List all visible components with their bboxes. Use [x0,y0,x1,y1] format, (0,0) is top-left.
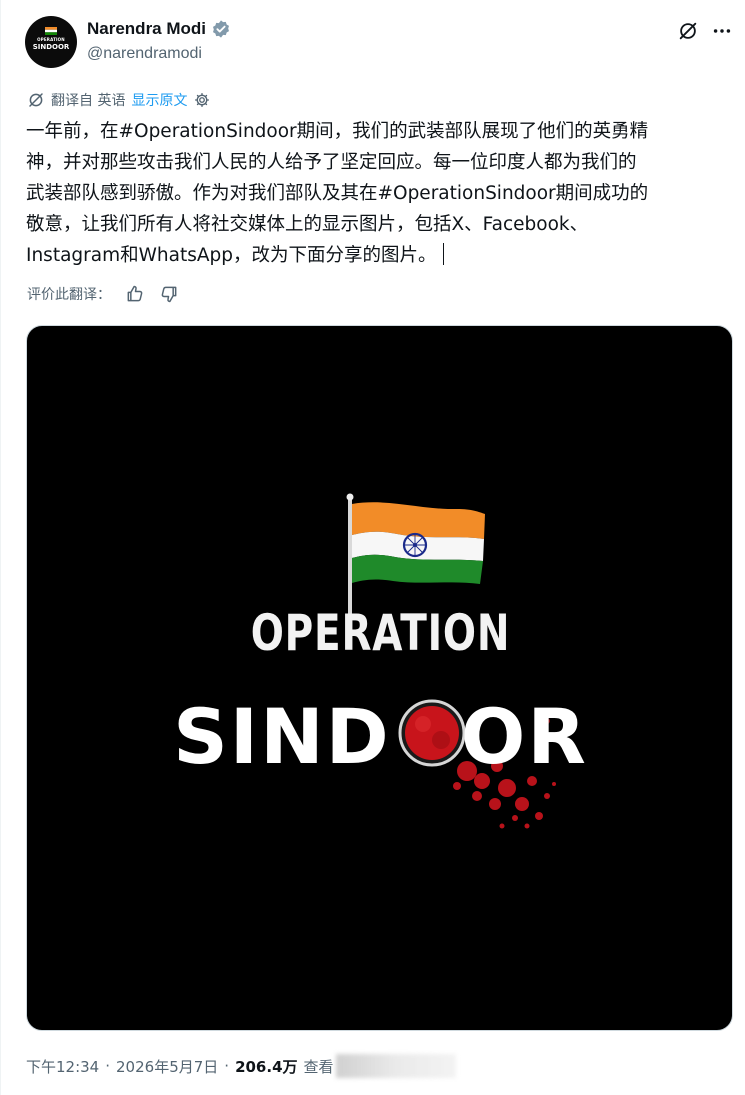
translated-from-label: 翻译自 英语 [51,93,126,109]
name-line: Narendra Modi [87,19,231,39]
avatar[interactable]: OPERATION SINDOOR [25,16,77,68]
flag-icon [45,27,57,35]
artwork-title-left: SIND [173,692,391,781]
thumbs-down-icon[interactable] [159,284,179,304]
tweet-text-line: 一年前，在#OperationSindoor期间，我们的武装部队展现了他们的英勇… [26,121,649,142]
views-label: 查看 [303,1057,334,1076]
blurred-overlay [335,1054,456,1078]
artwork-title-operation: OPERATION [250,604,511,662]
meta-separator: · [224,1057,230,1075]
rate-translation-label: 评价此翻译： [27,287,111,303]
tweet-text-line: 神，并对那些攻击我们人民的人给予了坚定回应。每一位印度人都为我们的 [26,152,637,173]
tweet-text: 一年前，在#OperationSindoor期间，我们的武装部队展现了他们的英勇… [26,116,731,271]
tweet-media-image[interactable]: OPERATION SIND OR [26,325,733,1031]
tweet-text-line-content: Instagram和WhatsApp，改为下面分享的图片。 [26,245,437,266]
rate-translation-row: 评价此翻译： [27,284,179,304]
text-caret [442,243,444,265]
handle[interactable]: @narendramodi [87,45,202,63]
tweet-text-line: 武装部队感到骄傲。作为对我们部队及其在#OperationSindoor期间成功… [26,183,649,204]
translation-row: 翻译自 英语 显示原文 [27,90,211,110]
tweet-container: OPERATION SINDOOR Narendra Modi @narendr… [0,0,745,1095]
avatar-text-top: OPERATION [37,37,65,42]
artwork-title-sindoor: SIND OR [27,692,732,781]
tweet-time[interactable]: 下午12:34 [26,1056,99,1077]
tweet-meta: 下午12:34 · 2026年5月7日 · 206.4万 查看 [26,1054,456,1078]
more-icon[interactable] [711,20,733,42]
thumbs-up-icon[interactable] [125,284,145,304]
avatar-text-bottom: SINDOOR [32,43,70,51]
tweet-text-line: 敬意，让我们所有人将社交媒体上的显示图片，包括X、Facebook、 [26,214,589,235]
grok-icon[interactable] [677,20,699,42]
tweet-date[interactable]: 2026年5月7日 [116,1056,218,1077]
operation-sindoor-artwork [346,493,559,829]
translate-icon [29,93,43,107]
view-count: 206.4万 [235,1057,298,1076]
display-name[interactable]: Narendra Modi [87,19,206,39]
tweet-text-line-last: Instagram和WhatsApp，改为下面分享的图片。 [26,240,731,271]
show-original-link[interactable]: 显示原文 [131,90,187,110]
gear-icon[interactable] [193,91,211,109]
artwork-title-right: OR [460,692,588,781]
meta-separator: · [105,1057,111,1075]
verified-badge-icon[interactable] [211,19,231,39]
